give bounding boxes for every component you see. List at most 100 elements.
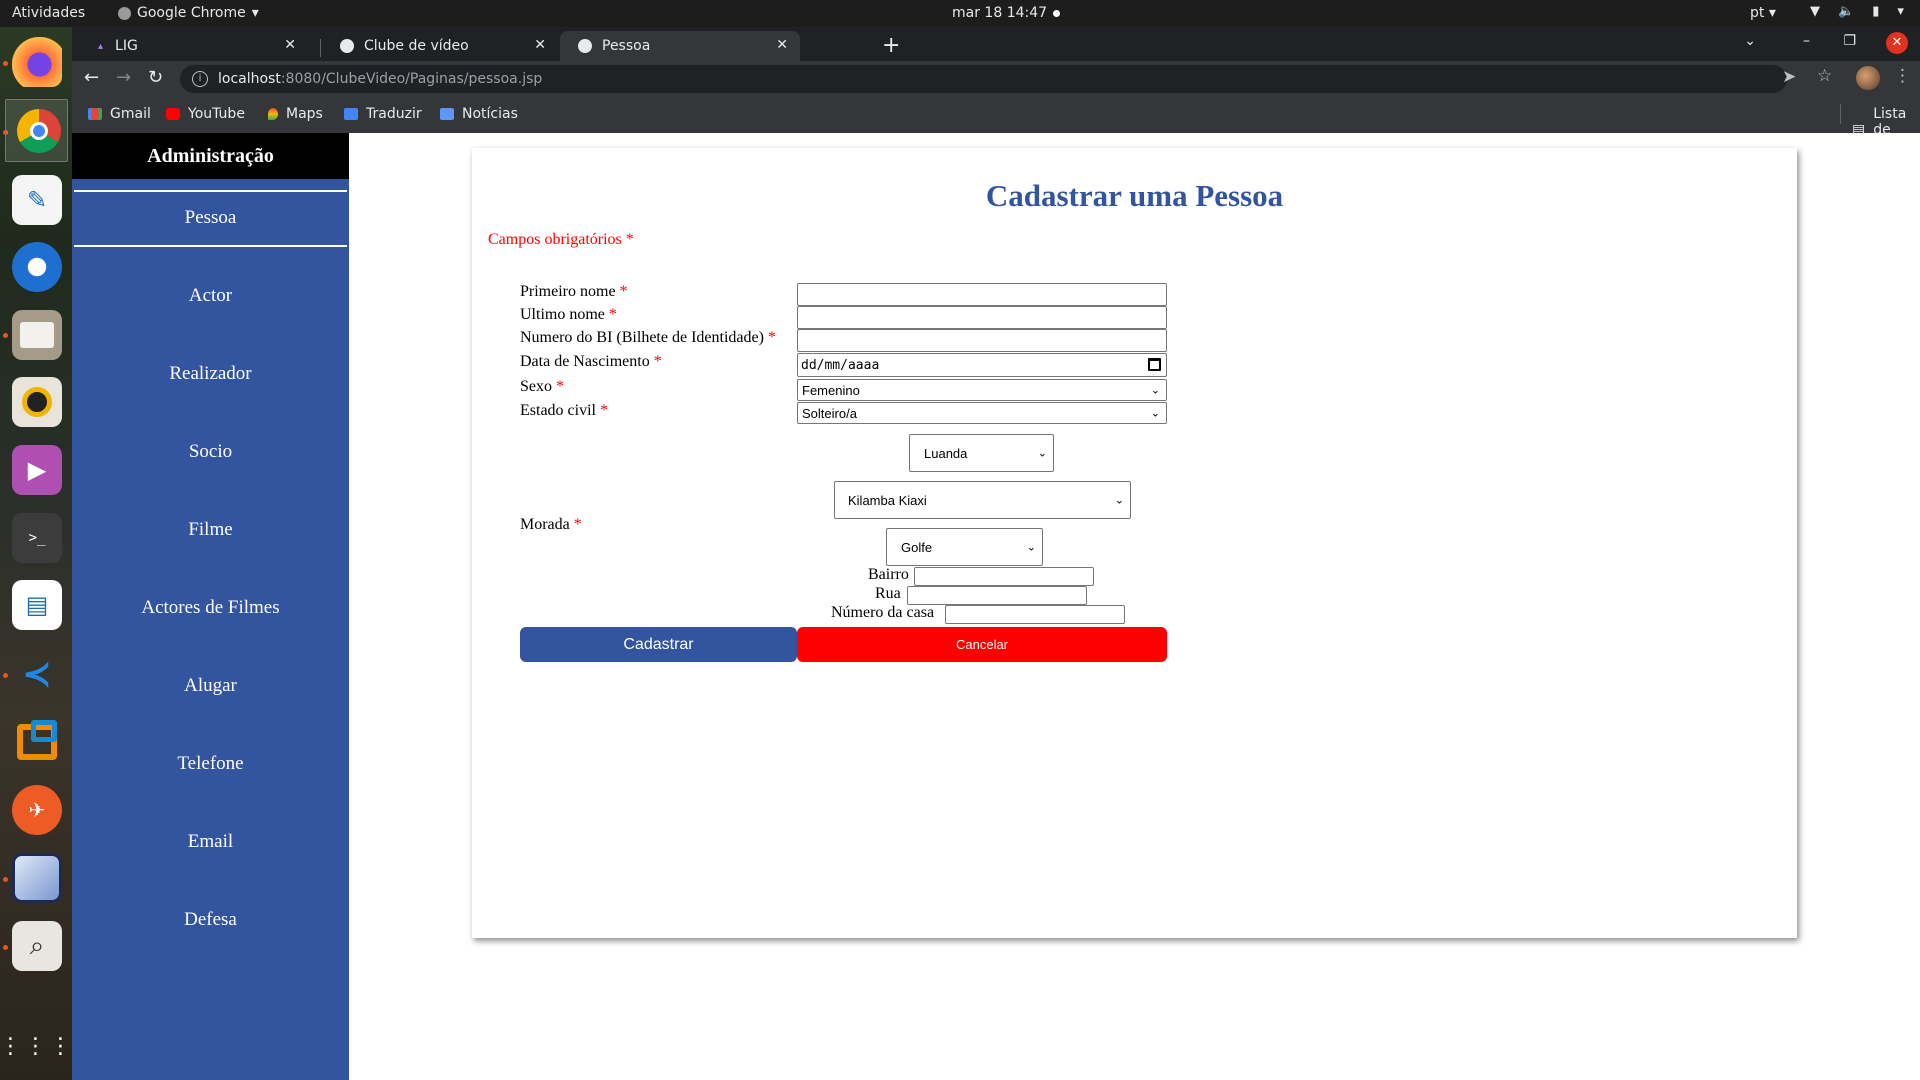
rhythmbox-icon[interactable]: [12, 377, 62, 427]
house-number-input[interactable]: [945, 605, 1125, 624]
menu-kebab-icon[interactable]: ⋮: [1894, 66, 1911, 86]
label-text: Sexo: [520, 378, 552, 395]
translate-icon: [344, 108, 358, 120]
sidebar-item-pessoa[interactable]: Pessoa: [72, 207, 349, 229]
postman-icon[interactable]: ✈: [12, 785, 62, 835]
sidebar-item-email[interactable]: Email: [72, 831, 349, 853]
required-mark: *: [767, 329, 776, 346]
bi-number-input[interactable]: [797, 329, 1167, 352]
sidebar-item-defesa[interactable]: Defesa: [72, 909, 349, 931]
maximize-button[interactable]: ❐: [1843, 33, 1856, 49]
label-text: Primeiro nome: [520, 283, 616, 300]
sidebar-item-actores-de-filmes[interactable]: Actores de Filmes: [72, 597, 349, 619]
send-icon[interactable]: ➤: [1782, 67, 1796, 87]
battery-icon: ▮: [1872, 4, 1880, 19]
bookmark-traduzir[interactable]: Traduzir: [344, 106, 422, 122]
minimize-button[interactable]: –: [1803, 33, 1810, 49]
dock: ✎ ▶ >_ ▤ ≺ ✈ ⌕ ⋮⋮⋮: [0, 27, 72, 1080]
birth-date-input[interactable]: dd/mm/aaaa: [797, 353, 1167, 377]
bookmark-maps[interactable]: Maps: [268, 106, 323, 122]
bookmark-label: Traduzir: [366, 106, 422, 122]
close-tab-icon[interactable]: ✕: [776, 37, 788, 53]
label-text: Data de Nascimento: [520, 353, 650, 370]
media-player-icon[interactable]: ▶: [12, 445, 62, 495]
sidebar-item-telefone[interactable]: Telefone: [72, 753, 349, 775]
virtualbox-icon[interactable]: [12, 717, 62, 767]
select-value: Solteiro/a: [802, 405, 857, 421]
profile-avatar[interactable]: [1856, 66, 1880, 90]
caret-down-icon: ▾: [251, 5, 259, 21]
chevron-down-icon: ⌄: [1150, 384, 1160, 397]
forward-button[interactable]: →: [116, 67, 131, 88]
required-mark: *: [653, 353, 662, 370]
text-editor-icon[interactable]: ✎: [12, 175, 62, 225]
address-label: Morada *: [520, 516, 582, 534]
bookmark-star-icon[interactable]: ☆: [1817, 66, 1832, 86]
tab-lig[interactable]: ▴ LIG ✕: [80, 31, 308, 61]
image-viewer-icon[interactable]: ⌕: [12, 921, 62, 971]
terminal-icon[interactable]: >_: [12, 513, 62, 563]
tab-title: LIG: [115, 38, 138, 54]
address-bar[interactable]: i localhost:8080/ClubeVideo/Paginas/pess…: [180, 65, 1787, 93]
chrome-icon[interactable]: [5, 99, 68, 162]
calendar-icon[interactable]: [1148, 358, 1161, 371]
date-placeholder: dd/mm/aaaa: [801, 357, 880, 373]
close-window-button[interactable]: ✕: [1886, 32, 1908, 54]
municipality-select[interactable]: Kilamba Kiaxi ⌄: [834, 481, 1131, 519]
tab-search-icon[interactable]: ⌄: [1744, 33, 1756, 49]
globe-icon: [578, 39, 592, 53]
app-menu[interactable]: Google Chrome ▾: [118, 5, 259, 21]
cube-app-icon[interactable]: [12, 853, 62, 903]
language-indicator[interactable]: pt ▾: [1750, 5, 1776, 21]
cancel-button[interactable]: Cancelar: [797, 627, 1167, 662]
divider: [74, 245, 347, 247]
chevron-down-icon: ⌄: [1114, 494, 1124, 507]
submit-button[interactable]: Cadastrar: [520, 627, 797, 662]
sidebar-item-alugar[interactable]: Alugar: [72, 675, 349, 697]
site-info-icon[interactable]: i: [192, 71, 208, 87]
notification-dot-icon: [1053, 10, 1060, 17]
firefox-icon[interactable]: [12, 37, 62, 87]
clock[interactable]: mar 18 14:47: [952, 5, 1047, 21]
province-select[interactable]: Luanda ⌄: [909, 434, 1054, 472]
required-fields-note: Campos obrigatórios *: [488, 231, 634, 249]
sidebar-item-actor[interactable]: Actor: [72, 285, 349, 307]
close-tab-icon[interactable]: ✕: [284, 37, 296, 53]
last-name-label: Ultimo nome *: [520, 306, 617, 324]
system-menu[interactable]: ▼ 🔈 ▮ ▾: [1810, 4, 1904, 19]
activities-button[interactable]: Atividades: [12, 5, 85, 21]
reload-button[interactable]: ↻: [148, 67, 163, 88]
bi-number-label: Numero do BI (Bilhete de Identidade) *: [520, 329, 776, 347]
sex-select[interactable]: Femenino ⌄: [797, 379, 1167, 401]
bookmark-label: Maps: [286, 106, 323, 122]
close-tab-icon[interactable]: ✕: [534, 37, 546, 53]
tab-pessoa[interactable]: Pessoa ✕: [560, 31, 800, 61]
chevron-down-icon: ⌄: [1150, 407, 1160, 420]
first-name-input[interactable]: [797, 283, 1167, 306]
globe-icon: [340, 39, 354, 53]
vscode-icon[interactable]: ≺: [12, 649, 62, 699]
bairro-input[interactable]: [914, 567, 1094, 586]
label-text: Ultimo nome: [520, 306, 605, 323]
back-button[interactable]: ←: [84, 67, 99, 88]
bookmark-noticias[interactable]: Notícias: [440, 106, 518, 122]
sidebar-item-filme[interactable]: Filme: [72, 519, 349, 541]
bookmark-gmail[interactable]: Gmail: [88, 106, 151, 122]
tab-title: Pessoa: [602, 38, 651, 54]
bookmark-youtube[interactable]: YouTube: [166, 106, 245, 122]
libreoffice-writer-icon[interactable]: ▤: [12, 580, 62, 630]
show-applications-icon[interactable]: ⋮⋮⋮: [0, 1021, 72, 1071]
sidebar-item-realizador[interactable]: Realizador: [72, 363, 349, 385]
district-select[interactable]: Golfe ⌄: [886, 528, 1043, 566]
wifi-icon: ▼: [1810, 4, 1820, 19]
chrome-icon: [118, 6, 131, 20]
files-icon[interactable]: [12, 310, 62, 360]
sidebar-item-socio[interactable]: Socio: [72, 441, 349, 463]
last-name-input[interactable]: [797, 306, 1167, 329]
new-tab-button[interactable]: +: [882, 33, 900, 58]
rua-input[interactable]: [907, 586, 1087, 605]
required-mark: *: [573, 516, 582, 533]
thunderbird-icon[interactable]: [12, 242, 62, 292]
civil-status-select[interactable]: Solteiro/a ⌄: [797, 402, 1167, 424]
tab-clube-de-video[interactable]: Clube de vídeo ✕: [322, 31, 558, 61]
